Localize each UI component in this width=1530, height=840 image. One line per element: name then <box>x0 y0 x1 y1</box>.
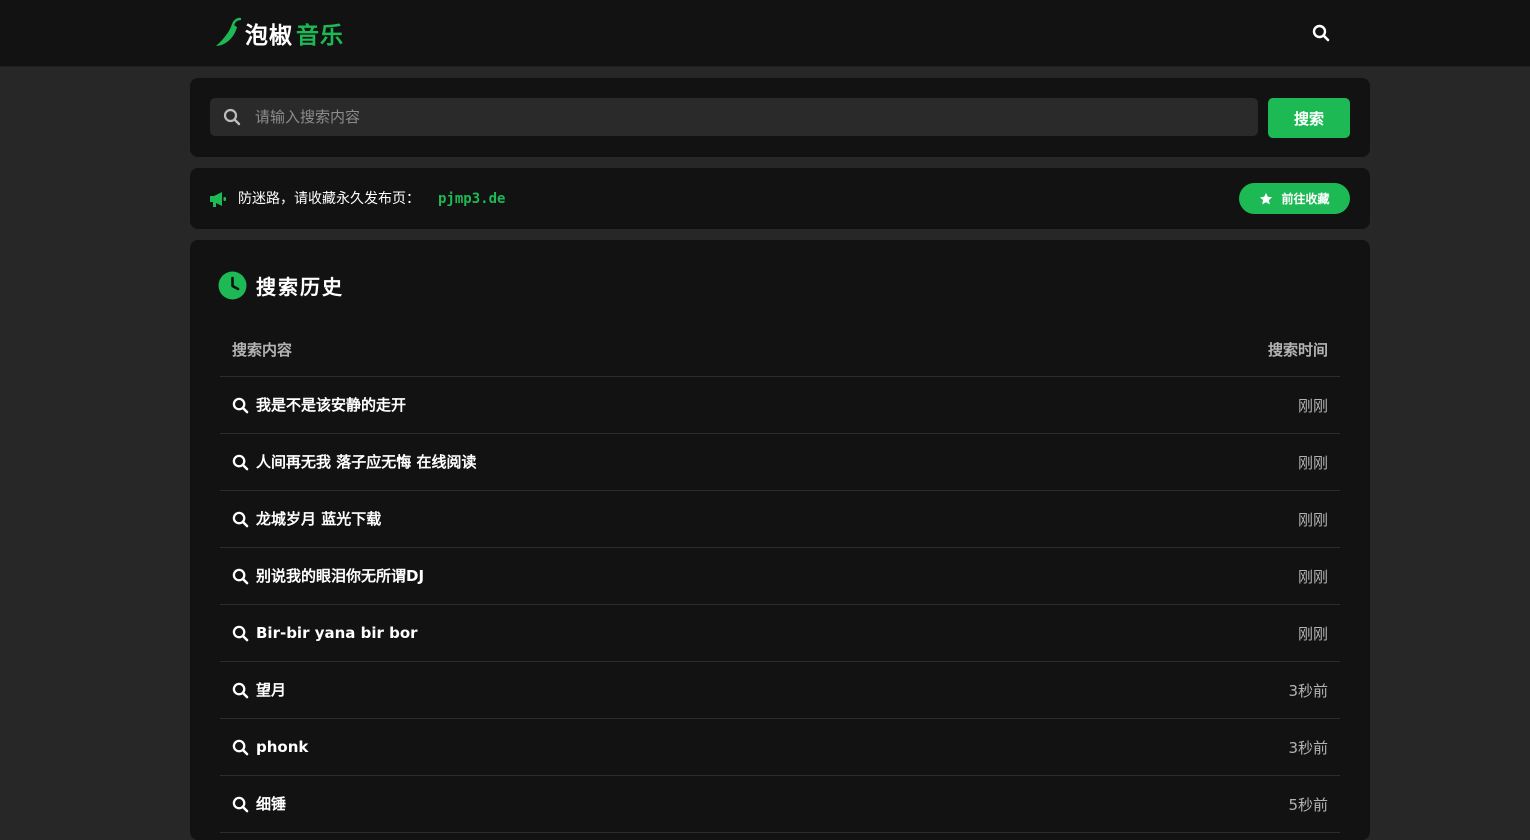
history-row[interactable]: Bir-bir yana bir bor 刚刚 <box>220 605 1340 662</box>
history-row[interactable]: 望月 3秒前 <box>220 662 1340 719</box>
history-time: 刚刚 <box>1297 625 1328 643</box>
search-icon <box>232 796 249 813</box>
history-query: phonk <box>256 738 309 756</box>
history-row[interactable]: 细锤 5秒前 <box>220 776 1340 833</box>
history-row[interactable]: 人间再无我 落子应无悔 在线阅读 刚刚 <box>220 434 1340 491</box>
history-query: 细锤 <box>256 795 287 813</box>
history-row[interactable]: 龙城岁月 蓝光下载 刚刚 <box>220 491 1340 548</box>
logo-text-main: 泡椒 <box>245 23 293 49</box>
permanent-domain-link[interactable]: pjmp3.de <box>438 189 505 209</box>
history-time: 3秒前 <box>1288 739 1328 757</box>
history-query: 我是不是该安静的走开 <box>256 396 407 414</box>
clock-icon <box>218 271 247 300</box>
notice-banner: 防迷路，请收藏永久发布页： pjmp3.de 前往收藏 <box>190 168 1370 229</box>
site-logo[interactable]: 泡椒 音乐 <box>214 16 344 50</box>
history-time: 刚刚 <box>1297 397 1328 415</box>
notice-text: 防迷路，请收藏永久发布页： <box>238 191 420 207</box>
history-heading: 搜索历史 <box>218 270 344 300</box>
history-time: 刚刚 <box>1297 568 1328 586</box>
history-time: 刚刚 <box>1297 454 1328 472</box>
search-icon <box>232 511 249 528</box>
search-panel: 搜索 <box>190 78 1370 157</box>
column-header-time: 搜索时间 <box>1267 341 1328 359</box>
history-time: 刚刚 <box>1297 511 1328 529</box>
search-box <box>210 98 1258 136</box>
history-title: 搜索历史 <box>256 274 344 299</box>
search-icon <box>232 568 249 585</box>
history-query: 别说我的眼泪你无所谓DJ <box>256 567 425 585</box>
search-button[interactable]: 搜索 <box>1268 98 1350 138</box>
search-input[interactable] <box>255 98 1258 136</box>
history-query: 龙城岁月 蓝光下载 <box>256 510 382 528</box>
column-header-content: 搜索内容 <box>232 341 293 359</box>
history-time: 3秒前 <box>1288 682 1328 700</box>
history-row[interactable]: 我是不是该安静的走开 刚刚 <box>220 377 1340 434</box>
history-query: 望月 <box>256 681 287 699</box>
search-icon <box>232 682 249 699</box>
go-favorite-button[interactable]: 前往收藏 <box>1239 183 1350 214</box>
search-icon <box>232 625 249 642</box>
history-row[interactable]: phonk 3秒前 <box>220 719 1340 776</box>
search-icon <box>232 454 249 471</box>
go-favorite-label: 前往收藏 <box>1281 192 1330 206</box>
history-query: Bir-bir yana bir bor <box>256 624 418 642</box>
search-icon <box>1312 24 1330 42</box>
chili-pepper-icon <box>214 17 242 49</box>
search-icon <box>223 108 241 126</box>
top-search-button[interactable] <box>1308 20 1334 46</box>
megaphone-icon <box>208 189 228 209</box>
history-table-header: 搜索内容 搜索时间 <box>220 325 1340 377</box>
top-navbar: 泡椒 音乐 <box>0 0 1530 67</box>
history-query: 人间再无我 落子应无悔 在线阅读 <box>256 453 477 471</box>
history-row[interactable]: 别说我的眼泪你无所谓DJ 刚刚 <box>220 548 1340 605</box>
search-history-panel: 搜索历史 搜索内容 搜索时间 我是不是该安静的走开 刚刚 人间再无我 落子应无悔… <box>190 240 1370 840</box>
search-icon <box>232 397 249 414</box>
history-time: 5秒前 <box>1288 796 1328 814</box>
logo-text-accent: 音乐 <box>296 23 344 49</box>
star-icon <box>1259 192 1273 206</box>
history-list: 我是不是该安静的走开 刚刚 人间再无我 落子应无悔 在线阅读 刚刚 龙城岁月 蓝… <box>220 377 1340 833</box>
search-icon <box>232 739 249 756</box>
